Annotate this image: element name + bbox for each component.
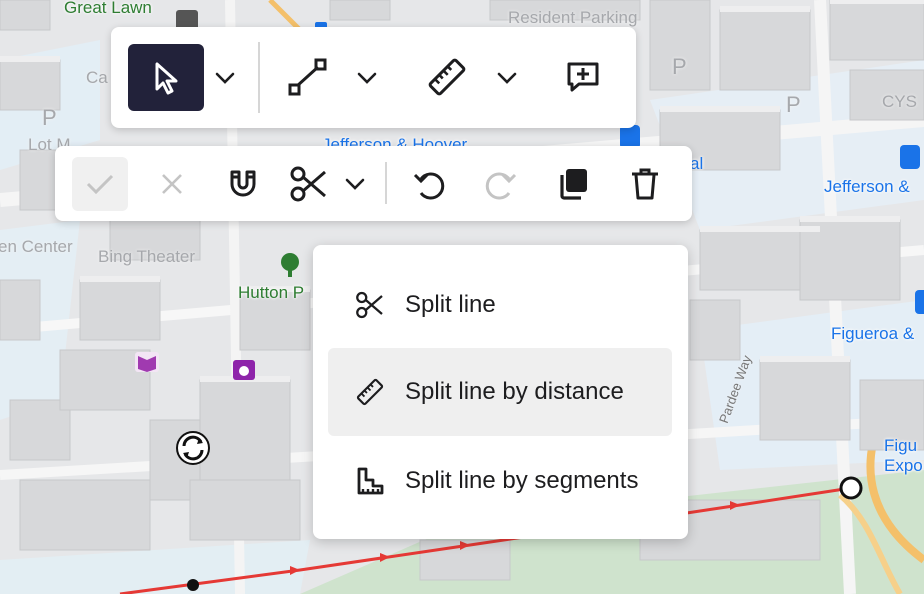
delete-button[interactable]: [623, 159, 667, 209]
toolbar-divider: [385, 162, 387, 204]
snap-button[interactable]: [221, 159, 265, 209]
redo-button[interactable]: [479, 159, 523, 209]
message-plus-icon: [567, 62, 599, 92]
map-label-resident-parking: Resident Parking: [508, 8, 638, 27]
map-label-great-lawn: Great Lawn: [64, 0, 152, 17]
toolbar-divider: [258, 42, 260, 113]
duplicate-button[interactable]: [551, 159, 595, 209]
select-tool-dropdown[interactable]: [209, 62, 241, 94]
parking-icon: P: [42, 105, 57, 130]
segments-icon: [355, 466, 385, 496]
chevron-down-icon: [345, 178, 365, 190]
map-label-hutton: Hutton P: [238, 283, 305, 302]
confirm-button[interactable]: [72, 157, 128, 211]
parking-icon: P: [672, 54, 687, 79]
map-label-figu: Figu: [884, 436, 918, 455]
split-dropdown[interactable]: [339, 168, 371, 200]
undo-icon: [413, 172, 445, 200]
undo-button[interactable]: [407, 159, 451, 209]
scissors-icon: [355, 290, 385, 320]
cancel-button[interactable]: [150, 159, 194, 209]
menu-item-split-line-by-distance[interactable]: Split line by distance: [328, 348, 672, 436]
map-label-center: en Center: [0, 237, 73, 256]
chevron-down-icon: [357, 72, 377, 84]
magnet-icon: [230, 170, 256, 197]
scissors-icon: [290, 166, 326, 202]
main-toolbar: [111, 27, 636, 128]
menu-item-split-line[interactable]: Split line: [328, 261, 672, 349]
chevron-down-icon: [497, 72, 517, 84]
menu-item-label: Split line: [405, 291, 496, 318]
map-label-expo: Expo: [884, 456, 923, 475]
edit-toolbar: [55, 146, 692, 221]
add-note-button[interactable]: [557, 51, 609, 103]
map-label-jefferson: Jefferson &: [824, 177, 910, 196]
ruler-icon: [428, 58, 466, 96]
menu-item-label: Split line by segments: [405, 467, 639, 494]
close-icon: [162, 174, 182, 194]
map-label-bing-theater: Bing Theater: [98, 247, 196, 266]
ruler-icon: [355, 377, 385, 407]
map-label-figueroa: Figueroa &: [831, 324, 915, 343]
select-tool-button[interactable]: [128, 44, 204, 111]
redo-icon: [485, 172, 517, 200]
polyline-icon: [288, 58, 327, 96]
trash-icon: [632, 168, 658, 200]
draw-line-dropdown[interactable]: [351, 62, 383, 94]
menu-item-split-line-by-segments[interactable]: Split line by segments: [328, 437, 672, 525]
check-icon: [86, 174, 114, 195]
parking-icon: P: [786, 92, 801, 117]
measure-dropdown[interactable]: [491, 62, 523, 94]
copy-icon: [560, 169, 587, 200]
map-label-ca: Ca: [86, 68, 108, 87]
chevron-down-icon: [215, 72, 235, 84]
split-menu: Split line Split line by distance Split …: [313, 245, 688, 539]
split-button[interactable]: [287, 159, 331, 209]
draw-line-tool-button[interactable]: [281, 49, 333, 105]
cursor-arrow-icon: [155, 62, 178, 94]
map-label-cys: CYS: [882, 92, 917, 111]
menu-item-label: Split line by distance: [405, 378, 624, 405]
measure-tool-button[interactable]: [421, 49, 473, 105]
